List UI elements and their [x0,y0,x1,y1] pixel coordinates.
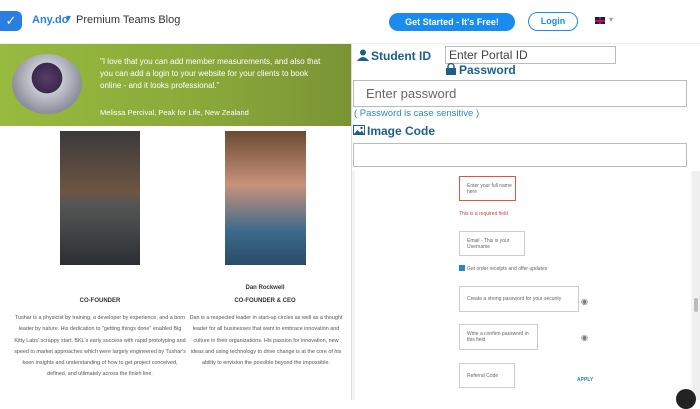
offers-label: Get order receipts and offer updates [467,266,548,272]
create-password-placeholder: Create a strong password for your securi… [467,296,562,302]
show-password-icon[interactable]: ◉ [581,297,588,306]
student-id-label: Student ID [357,49,431,63]
language-caret-icon[interactable]: ▾ [609,15,613,24]
uk-flag-icon[interactable] [594,16,606,25]
full-name-input[interactable]: Enter your full name here [459,176,516,201]
chevron-down-icon[interactable]: ▾ [66,13,71,24]
top-navigation-bar: ✓ Any.do ▾ Premium Teams Blog Get Starte… [0,0,700,44]
password-input[interactable]: Enter password [353,80,687,107]
password-label-text: Password [459,63,516,77]
student-id-label-text: Student ID [371,49,431,63]
team-photo-dan [225,131,306,265]
user-icon [357,49,369,61]
get-started-button[interactable]: Get Started - It's Free! [389,13,515,31]
image-code-input[interactable] [353,143,687,167]
confirm-password-input[interactable]: Write a confirm password in this field [459,324,538,350]
team-member-bio: Dan is a respected leader in start-up ci… [189,315,343,367]
team-member-name: Tushar Kulkarni [77,261,123,267]
team-member-name: Dan Rockwell [245,285,285,291]
name-error-text: This is a required field [459,211,508,217]
team-member-role: CO-FOUNDER [79,298,121,304]
full-name-placeholder: Enter your full name here [467,182,512,195]
testimonial-quote: "I love that you can add member measurem… [100,57,321,90]
create-password-input[interactable]: Create a strong password for your securi… [459,286,579,312]
image-code-label: Image Code [353,124,435,138]
testimonial-banner: "I love that you can add member measurem… [0,44,351,126]
password-note: ( Password is case sensitive ) [354,108,480,119]
referral-code-input[interactable]: Referral Code [459,363,515,388]
floating-action-button[interactable] [676,389,696,409]
testimonial-author: Melissa Percival, Peak for Life, New Zea… [100,108,249,117]
apply-button[interactable]: APPLY [577,377,593,383]
show-confirm-icon[interactable]: ◉ [581,333,588,342]
login-button[interactable]: Login [528,12,578,31]
offers-checkbox-row[interactable]: Get order receipts and offer updates [459,265,547,272]
testimonial-avatar [12,54,82,114]
scrollbar-thumb[interactable] [694,298,698,312]
team-member-role: CO-FOUNDER & CEO [234,298,296,304]
scrollbar-track[interactable] [693,171,700,400]
email-placeholder: Email - This is your Username [467,237,510,250]
blog-title[interactable]: Premium Teams Blog [76,14,180,26]
student-id-input[interactable]: Enter Portal ID [445,46,616,64]
email-input[interactable]: Email - This is your Username [459,231,525,256]
image-code-label-text: Image Code [367,124,436,138]
offers-checkbox[interactable] [459,265,465,271]
team-member-bio: Tushar is a physicist by training, a dev… [14,315,186,378]
confirm-password-placeholder: Write a confirm password in this field [467,331,529,343]
brand-logo-text[interactable]: Any.do [32,14,68,26]
password-label: Password [445,63,516,77]
image-icon [353,125,365,135]
team-photo-tushar [60,131,140,265]
check-icon[interactable]: ✓ [0,11,22,31]
referral-placeholder: Referral Code [467,372,499,379]
lock-icon [446,63,456,75]
